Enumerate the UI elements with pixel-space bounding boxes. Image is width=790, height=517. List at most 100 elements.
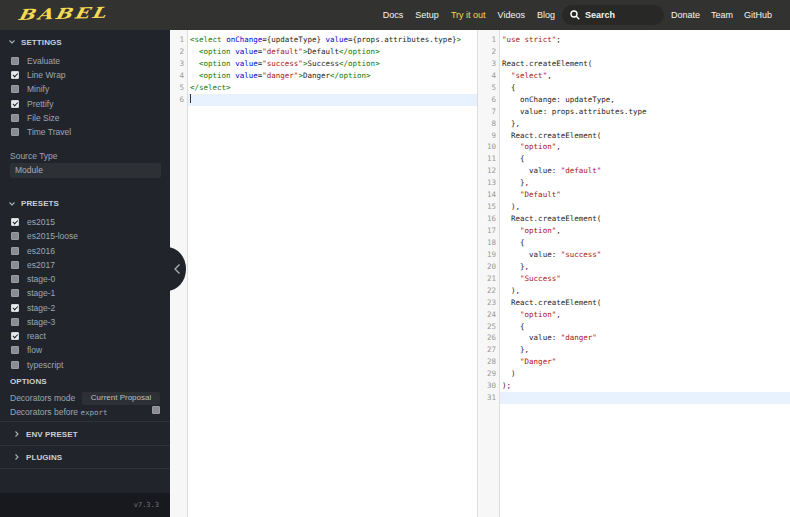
preset-stage-3[interactable]: stage-3 [0, 315, 170, 329]
preset-es2017[interactable]: es2017 [0, 258, 170, 272]
preset-es2015-loose[interactable]: es2015-loose [0, 229, 170, 243]
line-number: 4 [478, 70, 499, 82]
preset-checkbox-stage-3[interactable] [11, 318, 19, 326]
chevron-left-icon [173, 263, 181, 275]
nav-link-blog[interactable]: Blog [537, 10, 555, 20]
line-number: 12 [478, 165, 499, 177]
editor-output-code[interactable]: "use strict"; React.createElement( "selec… [500, 30, 790, 517]
setting-line-wrap[interactable]: Line Wrap [0, 68, 170, 82]
code-line [188, 94, 477, 106]
preset-stage-0[interactable]: stage-0 [0, 272, 170, 286]
line-number: 17 [478, 225, 499, 237]
nav-link-try-it-out[interactable]: Try it out [451, 10, 486, 20]
settings-section-header[interactable]: SETTINGS [0, 36, 62, 48]
preset-checkbox-react[interactable] [11, 332, 19, 340]
preset-checkbox-es2017[interactable] [11, 261, 19, 269]
line-number: 2 [478, 46, 499, 58]
code-line: value: "default" [500, 165, 790, 177]
plugins-header[interactable]: PLUGINS [0, 451, 170, 463]
chevron-right-icon [13, 453, 21, 461]
chevron-down-icon [8, 38, 16, 46]
setting-checkbox-file-size[interactable] [11, 114, 19, 122]
nav-links: Docs Setup Try it out Videos Blog [383, 10, 555, 20]
decorators-mode-label: Decorators mode [10, 393, 75, 403]
line-number: 8 [478, 118, 499, 130]
sidebar-collapse-handle[interactable] [148, 247, 186, 291]
setting-checkbox-evaluate[interactable] [11, 57, 19, 65]
preset-checkbox-stage-1[interactable] [11, 289, 19, 297]
setting-time-travel[interactable]: Time Travel [0, 125, 170, 139]
preset-checkbox-stage-2[interactable] [11, 304, 19, 312]
line-number: 10 [478, 141, 499, 153]
nav-link-docs[interactable]: Docs [383, 10, 404, 20]
chevron-down-icon [8, 200, 16, 208]
code-line: </select> [188, 82, 477, 94]
env-preset-section: ENV PRESET [0, 421, 170, 445]
setting-checkbox-minify[interactable] [11, 85, 19, 93]
preset-checkbox-stage-0[interactable] [11, 275, 19, 283]
nav-link-team[interactable]: Team [711, 10, 733, 20]
preset-es2015[interactable]: es2015 [0, 215, 170, 229]
preset-checkbox-typescript[interactable] [11, 361, 19, 369]
preset-checkbox-flow[interactable] [11, 346, 19, 354]
nav-link-setup[interactable]: Setup [415, 10, 439, 20]
code-line: "use strict"; [500, 34, 790, 46]
line-number: 18 [478, 237, 499, 249]
sidebar: SETTINGS Evaluate Line Wrap Minify Prettify… [0, 30, 170, 517]
preset-react[interactable]: react [0, 329, 170, 343]
preset-checkbox-es2016[interactable] [11, 247, 19, 255]
nav-link-videos[interactable]: Videos [498, 10, 525, 20]
line-number: 28 [478, 356, 499, 368]
preset-label: stage-2 [27, 303, 55, 313]
line-number: 29 [478, 368, 499, 380]
preset-label: stage-0 [27, 274, 55, 284]
setting-checkbox-line-wrap[interactable] [11, 71, 19, 79]
presets-section-header[interactable]: PRESETS [0, 198, 59, 210]
setting-evaluate[interactable]: Evaluate [0, 54, 170, 68]
preset-stage-2[interactable]: stage-2 [0, 300, 170, 314]
line-number: 3 [170, 58, 187, 70]
line-number: 7 [478, 106, 499, 118]
preset-checkbox-es2015-loose[interactable] [11, 232, 19, 240]
nav-link-donate[interactable]: Donate [671, 10, 700, 20]
setting-checkbox-prettify[interactable] [11, 100, 19, 108]
nav-link-github[interactable]: GitHub [744, 10, 772, 20]
code-line: onChange: updateType, [500, 94, 790, 106]
setting-checkbox-time-travel[interactable] [11, 128, 19, 136]
preset-stage-1[interactable]: stage-1 [0, 286, 170, 300]
preset-checkbox-es2015[interactable] [11, 218, 19, 226]
babel-logo[interactable]: Babel [16, 4, 109, 24]
setting-file-size[interactable]: File Size [0, 111, 170, 125]
preset-es2016[interactable]: es2016 [0, 243, 170, 257]
editor-input-code[interactable]: <select onChange={updateType} value={pro… [188, 30, 477, 517]
search-box[interactable] [562, 5, 664, 25]
code-line: value: "danger" [500, 332, 790, 344]
options-section-header: OPTIONS [0, 376, 47, 388]
code-line: }, [500, 118, 790, 130]
setting-label: Line Wrap [27, 70, 66, 80]
line-number: 31 [478, 392, 499, 404]
preset-typescript[interactable]: typescript [0, 357, 170, 371]
env-preset-header[interactable]: ENV PRESET [0, 428, 170, 440]
line-number: 23 [478, 297, 499, 309]
editor-input-pane: 123456 <select onChange={updateType} val… [170, 30, 478, 517]
line-number: 1 [170, 34, 187, 46]
search-input[interactable] [585, 10, 655, 20]
decorators-mode-button[interactable]: Current Proposal [82, 392, 160, 405]
code-line: "option", [500, 225, 790, 237]
code-line: ) [500, 368, 790, 380]
code-line: "select", [500, 70, 790, 82]
search-icon [570, 10, 580, 20]
decorators-before-label: Decorators before export [10, 407, 108, 417]
decorators-before-checkbox[interactable] [152, 406, 160, 414]
code-line: value: "success" [500, 249, 790, 261]
code-line: React.createElement( [500, 58, 790, 70]
setting-label: Minify [27, 84, 49, 94]
source-type-select[interactable]: Module [10, 163, 161, 178]
preset-flow[interactable]: flow [0, 343, 170, 357]
code-line: <option value="default">Default</option> [188, 46, 477, 58]
setting-prettify[interactable]: Prettify [0, 97, 170, 111]
setting-minify[interactable]: Minify [0, 82, 170, 96]
setting-label: File Size [27, 113, 60, 123]
code-line: <option value="danger">Danger</option> [188, 70, 477, 82]
